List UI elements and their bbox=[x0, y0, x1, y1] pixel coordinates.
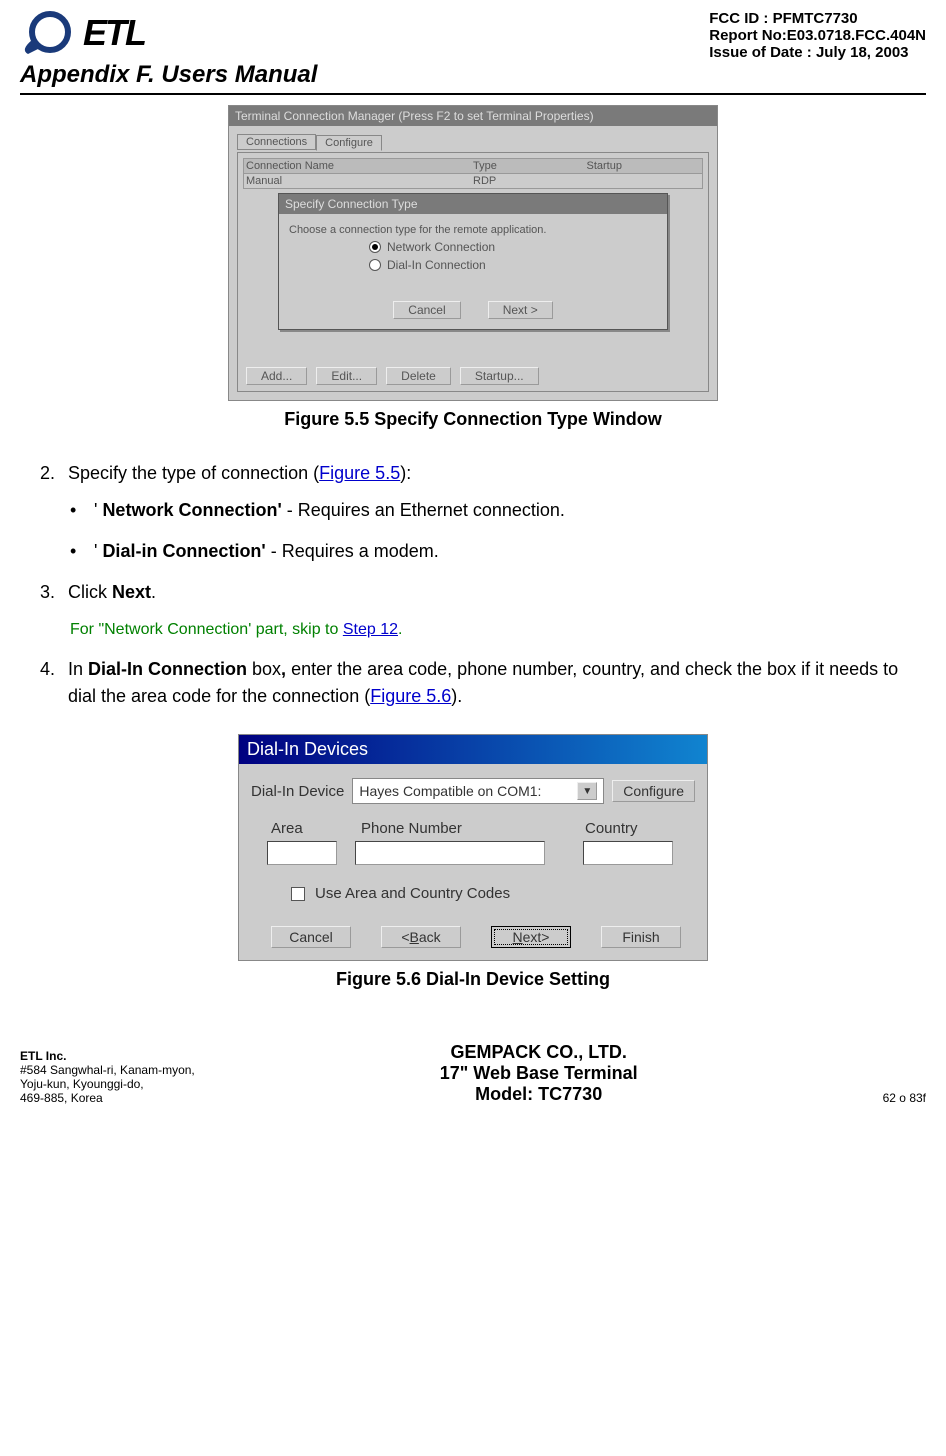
radio-icon bbox=[369, 241, 381, 253]
dialog-titlebar: Specify Connection Type bbox=[279, 194, 667, 214]
area-label: Area bbox=[271, 820, 331, 837]
dialin-device-select[interactable]: Hayes Compatible on COM1: ▼ bbox=[352, 778, 604, 804]
radio-dialin-label: Dial-In Connection bbox=[387, 258, 486, 272]
row-name: Manual bbox=[246, 175, 473, 187]
col-startup: Startup bbox=[587, 160, 701, 172]
link-figure-5-5[interactable]: Figure 5.5 bbox=[319, 463, 400, 483]
window-titlebar: Terminal Connection Manager (Press F2 to… bbox=[229, 106, 717, 126]
cancel-button[interactable]: Cancel bbox=[271, 926, 351, 948]
step-4-text: In Dial-In Connection box, enter the are… bbox=[68, 656, 906, 710]
col-connection-name: Connection Name bbox=[246, 160, 473, 172]
step-3-text: Click Next. bbox=[68, 579, 156, 606]
manager-buttons: Add... Edit... Delete Startup... bbox=[246, 367, 545, 385]
next-button[interactable]: Next > bbox=[488, 301, 553, 319]
tab-configure[interactable]: Configure bbox=[316, 135, 382, 151]
radio-dialin[interactable]: Dial-In Connection bbox=[369, 258, 657, 272]
next-button[interactable]: Next> bbox=[491, 926, 571, 948]
figure-5-5-caption: Figure 5.5 Specify Connection Type Windo… bbox=[0, 409, 946, 430]
link-step-12[interactable]: Step 12 bbox=[343, 621, 398, 638]
issue-date: Issue of Date : July 18, 2003 bbox=[709, 44, 926, 61]
header-rule bbox=[20, 93, 926, 95]
row-type: RDP bbox=[473, 175, 587, 187]
appendix-title: Appendix F. Users Manual bbox=[0, 61, 946, 93]
step-2-text: Specify the type of connection (Figure 5… bbox=[68, 460, 411, 487]
tab-connections[interactable]: Connections bbox=[237, 134, 316, 150]
area-input[interactable] bbox=[267, 841, 337, 865]
report-no: Report No:E03.0718.FCC.404N bbox=[709, 27, 926, 44]
back-button[interactable]: <Back bbox=[381, 926, 461, 948]
fcc-id: FCC ID : PFMTC7730 bbox=[709, 10, 926, 27]
cancel-button[interactable]: Cancel bbox=[393, 301, 460, 319]
body-content: 2. Specify the type of connection (Figur… bbox=[0, 460, 946, 710]
figure-5-6-caption: Figure 5.6 Dial-In Device Setting bbox=[0, 969, 946, 990]
add-button[interactable]: Add... bbox=[246, 367, 307, 385]
finish-button[interactable]: Finish bbox=[601, 926, 681, 948]
radio-network-label: Network Connection bbox=[387, 240, 495, 254]
phone-label: Phone Number bbox=[361, 820, 521, 837]
figure-5-5-wrap: Terminal Connection Manager (Press F2 to… bbox=[0, 105, 946, 430]
specify-connection-dialog: Specify Connection Type Choose a connect… bbox=[278, 193, 668, 330]
use-area-country-checkbox[interactable] bbox=[291, 887, 305, 901]
footer-left: ETL Inc. #584 Sangwhal-ri, Kanam-myon, Y… bbox=[20, 1049, 195, 1105]
terminal-connection-manager-window: Terminal Connection Manager (Press F2 to… bbox=[228, 105, 718, 401]
step-2: 2. Specify the type of connection (Figur… bbox=[40, 460, 906, 565]
edit-button[interactable]: Edit... bbox=[316, 367, 377, 385]
logo-icon bbox=[20, 10, 80, 55]
window-titlebar: Dial-In Devices bbox=[239, 735, 707, 764]
country-label: Country bbox=[585, 820, 665, 837]
checkbox-label: Use Area and Country Codes bbox=[315, 885, 510, 902]
footer-center: GEMPACK CO., LTD. 17" Web Base Terminal … bbox=[440, 1042, 638, 1105]
bullet-icon: • bbox=[70, 538, 94, 565]
link-figure-5-6[interactable]: Figure 5.6 bbox=[370, 686, 451, 706]
country-input[interactable] bbox=[583, 841, 673, 865]
green-note: For "Network Connection' part, skip to S… bbox=[70, 618, 906, 642]
dialog-instruction: Choose a connection type for the remote … bbox=[289, 224, 657, 236]
phone-input[interactable] bbox=[355, 841, 545, 865]
step-4: 4. In Dial-In Connection box, enter the … bbox=[40, 656, 906, 710]
footer-addr3: 469-885, Korea bbox=[20, 1091, 195, 1105]
footer-center2: 17" Web Base Terminal bbox=[440, 1063, 638, 1084]
figure-5-6-wrap: Dial-In Devices Dial-In Device Hayes Com… bbox=[0, 724, 946, 990]
bullet-icon: • bbox=[70, 497, 94, 524]
bullet-dialin: • ' Dial-in Connection' - Requires a mod… bbox=[70, 538, 906, 565]
footer-addr2: Yoju-kun, Kyounggi-do, bbox=[20, 1077, 195, 1091]
step-number: 4. bbox=[40, 656, 68, 710]
footer-center3: Model: TC7730 bbox=[440, 1084, 638, 1105]
configure-button[interactable]: Configure bbox=[612, 780, 695, 802]
page-header: ETL FCC ID : PFMTC7730 Report No:E03.071… bbox=[0, 0, 946, 61]
delete-button[interactable]: Delete bbox=[386, 367, 451, 385]
dialin-device-label: Dial-In Device bbox=[251, 783, 344, 800]
table-row[interactable]: Manual RDP bbox=[243, 174, 703, 189]
step-number: 3. bbox=[40, 579, 68, 606]
logo-text: ETL bbox=[83, 12, 145, 54]
radio-network[interactable]: Network Connection bbox=[369, 240, 657, 254]
page-footer: ETL Inc. #584 Sangwhal-ri, Kanam-myon, Y… bbox=[0, 1020, 946, 1111]
column-headers: Connection Name Type Startup bbox=[243, 158, 703, 174]
bullet-network: • ' Network Connection' - Requires an Et… bbox=[70, 497, 906, 524]
startup-button[interactable]: Startup... bbox=[460, 367, 539, 385]
logo: ETL bbox=[20, 10, 145, 55]
tabs: ConnectionsConfigure bbox=[237, 134, 709, 150]
row-startup bbox=[587, 175, 701, 187]
chevron-down-icon[interactable]: ▼ bbox=[577, 782, 597, 800]
tab-pane: Connection Name Type Startup Manual RDP … bbox=[237, 152, 709, 392]
footer-center1: GEMPACK CO., LTD. bbox=[440, 1042, 638, 1063]
radio-icon bbox=[369, 259, 381, 271]
step-number: 2. bbox=[40, 460, 68, 487]
col-type: Type bbox=[473, 160, 587, 172]
select-value: Hayes Compatible on COM1: bbox=[359, 783, 541, 799]
footer-page: 62 o 83f bbox=[883, 1091, 926, 1105]
footer-company: ETL Inc. bbox=[20, 1049, 195, 1063]
step-3: 3. Click Next. For "Network Connection' … bbox=[40, 579, 906, 642]
header-info: FCC ID : PFMTC7730 Report No:E03.0718.FC… bbox=[709, 10, 926, 61]
dialin-devices-window: Dial-In Devices Dial-In Device Hayes Com… bbox=[238, 734, 708, 961]
footer-addr1: #584 Sangwhal-ri, Kanam-myon, bbox=[20, 1063, 195, 1077]
